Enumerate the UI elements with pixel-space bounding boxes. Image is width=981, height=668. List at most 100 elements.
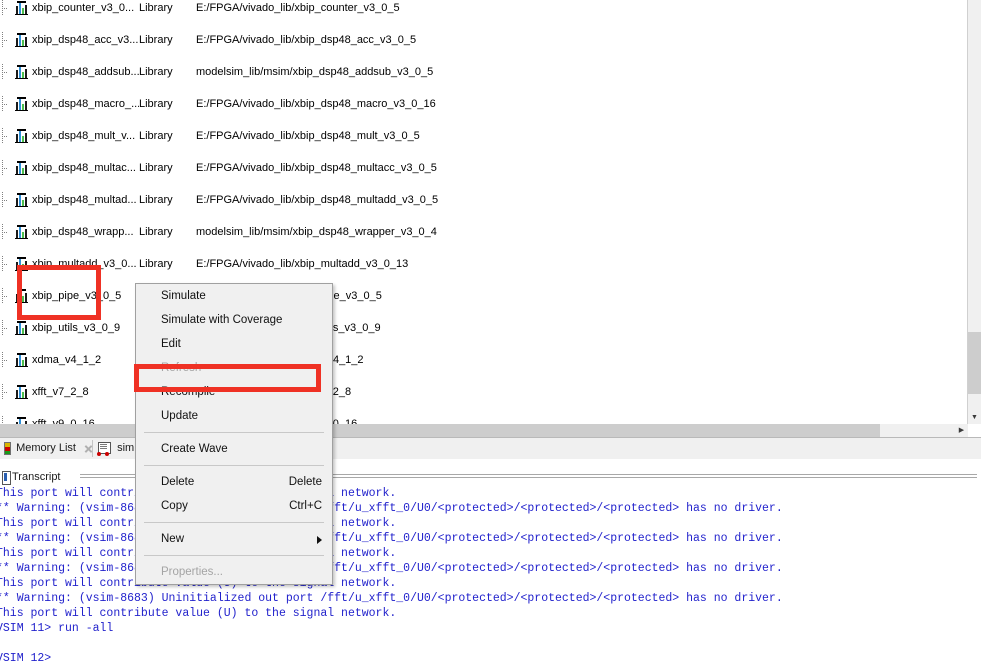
library-row-path: modelsim_lib/msim/xbip_dsp48_addsub_v3_0… (196, 66, 434, 78)
menu-item-shortcut: Ctrl+C (289, 500, 322, 512)
library-icon (14, 320, 29, 336)
library-icon (14, 160, 29, 176)
menu-item-simulate-with-coverage[interactable]: Simulate with Coverage (136, 308, 332, 332)
library-row-path: modelsim_lib/msim/xbip_dsp48_wrapper_v3_… (196, 226, 437, 238)
menu-item-simulate[interactable]: Simulate (136, 284, 332, 308)
library-row-type: Library (139, 98, 173, 110)
menu-item-edit[interactable]: Edit (136, 332, 332, 356)
menu-separator (144, 432, 324, 433)
library-vertical-scroll-thumb[interactable] (968, 332, 981, 394)
tree-branch-icon (0, 384, 14, 400)
menu-item-label: Simulate with Coverage (161, 314, 283, 326)
menu-item-new[interactable]: New (136, 527, 332, 551)
table-row[interactable]: xbip_dsp48_mult_v... Library E:/FPGA/vivad… (0, 128, 968, 144)
library-row-name-cell: xbip_dsp48_multad... (0, 192, 139, 208)
transcript-line: VSIM 11> run -all (0, 622, 114, 635)
memory-list-icon (4, 442, 11, 455)
tab-memory-list-label: Memory List (16, 442, 76, 454)
library-icon (14, 192, 29, 208)
tree-branch-icon (0, 192, 14, 208)
table-row[interactable]: xbip_dsp48_multac... Library E:/FPGA/vivad… (0, 160, 968, 176)
menu-item-update[interactable]: Update (136, 404, 332, 428)
library-row-type: Library (139, 226, 173, 238)
menu-item-label: Create Wave (161, 443, 228, 455)
library-row-name: xbip_dsp48_mult_v... (32, 130, 136, 142)
library-row-name: xbip_utils_v3_0_9 (32, 322, 121, 334)
tab-sim[interactable]: sim (96, 439, 134, 458)
library-vertical-scrollbar[interactable]: ▼ (967, 0, 981, 424)
library-row-type: Library (139, 66, 173, 78)
library-horizontal-scroll-thumb[interactable] (0, 424, 880, 437)
tree-branch-icon (0, 0, 14, 16)
table-row[interactable]: xbip_dsp48_wrapp... Library modelsim_lib/m… (0, 224, 968, 240)
library-icon (14, 224, 29, 240)
table-row[interactable]: xbip_dsp48_addsub... Library modelsim_lib/… (0, 64, 968, 80)
transcript-line (0, 636, 981, 651)
table-row[interactable]: xbip_dsp48_macro_... Library E:/FPGA/vivad… (0, 96, 968, 112)
selected-modules-highlight (17, 265, 101, 320)
menu-item-properties: Properties... (136, 560, 332, 584)
library-row-path: E:/FPGA/vivado_lib/xbip_dsp48_macro_v3_0… (196, 98, 436, 110)
library-row-name: xbip_dsp48_multac... (32, 162, 136, 174)
menu-item-create-wave[interactable]: Create Wave (136, 437, 332, 461)
tree-branch-icon (0, 256, 14, 272)
library-row-name: xfft_v7_2_8 (32, 386, 89, 398)
library-row-name-cell: xbip_dsp48_mult_v... (0, 128, 139, 144)
library-row-name: xbip_dsp48_multad... (32, 194, 137, 206)
transcript-icon (2, 471, 11, 485)
library-row-name-cell: xfft_v9_0_16 (0, 416, 139, 424)
library-row-type: Library (139, 258, 173, 270)
library-row-type: Library (139, 162, 173, 174)
transcript-line: ** Warning: (vsim-8683) Uninitialized ou… (0, 592, 783, 605)
library-icon (14, 352, 29, 368)
tree-branch-icon (0, 224, 14, 240)
menu-separator (144, 522, 324, 523)
tree-branch-icon (0, 160, 14, 176)
transcript-title: Transcript (12, 471, 61, 483)
tree-branch-icon (0, 64, 14, 80)
table-row[interactable]: xbip_multadd_v3_0... Library E:/FPGA/vivad… (0, 256, 968, 272)
library-context-menu[interactable]: Simulate Simulate with Coverage Edit Refres… (135, 283, 333, 585)
library-row-type: Library (139, 34, 173, 46)
menu-item-delete[interactable]: Delete Delete (136, 470, 332, 494)
tab-memory-list[interactable]: Memory List (4, 439, 94, 458)
menu-item-copy[interactable]: Copy Ctrl+C (136, 494, 332, 518)
library-row-path: E:/FPGA/vivado_lib/xbip_counter_v3_0_5 (196, 2, 400, 14)
tab-separator (92, 440, 93, 457)
table-row[interactable]: xbip_dsp48_multad... Library E:/FPGA/vivad… (0, 192, 968, 208)
menu-item-label: Update (161, 410, 199, 422)
scroll-down-arrow-icon[interactable]: ▼ (968, 411, 981, 424)
recompile-menu-highlight (134, 364, 321, 392)
library-row-name-cell: xbip_dsp48_acc_v3... (0, 32, 139, 48)
library-row-name-cell: xbip_dsp48_addsub... (0, 64, 139, 80)
tab-sim-label: sim (117, 442, 135, 454)
library-row-path: E:/FPGA/vivado_lib/xbip_dsp48_acc_v3_0_5 (196, 34, 417, 46)
library-row-path: E:/FPGA/vivado_lib/xbip_dsp48_multacc_v3… (196, 162, 437, 174)
library-icon (14, 128, 29, 144)
table-row[interactable]: xbip_counter_v3_0... Library E:/FPGA/vivad… (0, 0, 968, 16)
library-row-type: Library (139, 130, 173, 142)
library-row-path: E:/FPGA/vivado_lib/xbip_multadd_v3_0_13 (196, 258, 409, 270)
menu-separator (144, 555, 324, 556)
library-row-name: xbip_dsp48_wrapp... (32, 226, 134, 238)
library-row-path: E:/FPGA/vivado_lib/xbip_dsp48_multadd_v3… (196, 194, 439, 206)
library-row-name-cell: xbip_dsp48_multac... (0, 160, 139, 176)
library-icon (14, 64, 29, 80)
transcript-drag-grip-right[interactable] (332, 473, 977, 480)
menu-separator (144, 465, 324, 466)
library-row-name: xbip_dsp48_addsub... (32, 66, 139, 78)
tree-branch-icon (0, 128, 14, 144)
transcript-line: VSIM 12> (0, 652, 52, 665)
library-row-name: xbip_counter_v3_0... (32, 2, 135, 14)
library-row-name: xdma_v4_1_2 (32, 354, 102, 366)
library-icon (14, 0, 29, 16)
library-icon (14, 96, 29, 112)
tree-branch-icon (0, 288, 14, 304)
library-icon (14, 32, 29, 48)
tree-branch-icon (0, 32, 14, 48)
table-row[interactable]: xbip_dsp48_acc_v3... Library E:/FPGA/vivad… (0, 32, 968, 48)
library-row-name: xfft_v9_0_16 (32, 418, 95, 424)
scroll-right-arrow-icon[interactable]: ▶ (955, 424, 968, 437)
library-row-type: Library (139, 194, 173, 206)
library-row-path: E:/FPGA/vivado_lib/xbip_dsp48_mult_v3_0_… (196, 130, 420, 142)
